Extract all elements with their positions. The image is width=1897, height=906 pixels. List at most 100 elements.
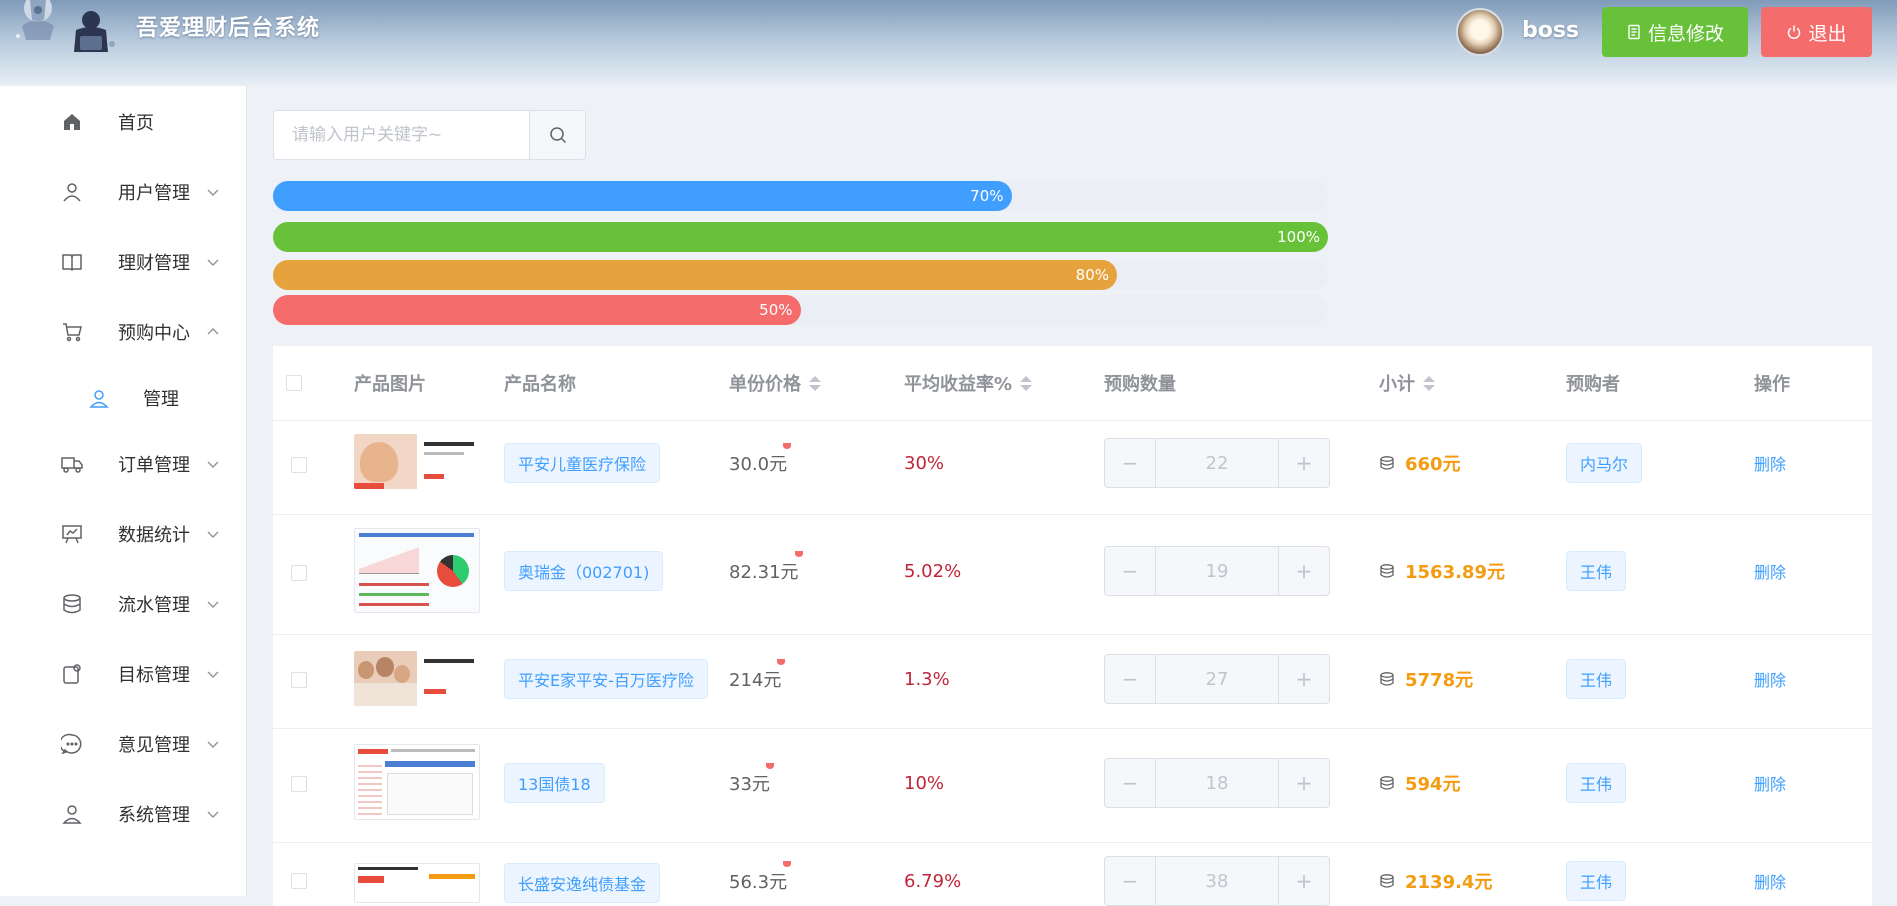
product-name-tag[interactable]: 平安E家平安-百万医疗险 bbox=[504, 659, 708, 699]
row-divider bbox=[273, 514, 1872, 515]
quantity-value[interactable]: 19 bbox=[1155, 547, 1279, 595]
cart-icon bbox=[63, 323, 82, 342]
astronaut-logo-icon bbox=[16, 0, 115, 52]
progress-bar: 80% bbox=[273, 260, 1328, 290]
delete-link[interactable]: 删除 bbox=[1754, 451, 1786, 475]
sidebar-item-home[interactable]: 首页 bbox=[0, 92, 246, 152]
product-name-tag[interactable]: 长盛安逸纯债基金 bbox=[504, 863, 661, 903]
product-thumbnail bbox=[354, 863, 480, 903]
sidebar-item-presale[interactable]: 预购中心 bbox=[0, 302, 246, 362]
increase-button[interactable]: + bbox=[1279, 547, 1329, 595]
avg-return-rate: 5.02% bbox=[904, 560, 962, 582]
search-icon bbox=[549, 127, 566, 144]
col-header-subtotal[interactable]: 小计 bbox=[1379, 346, 1435, 420]
progress-label: 80% bbox=[1075, 266, 1109, 284]
row-select[interactable] bbox=[291, 873, 307, 889]
sidebar-item-feedback[interactable]: 意见管理 bbox=[0, 714, 246, 774]
row-select[interactable] bbox=[291, 672, 307, 688]
sidebar-item-orders[interactable]: 订单管理 bbox=[0, 434, 246, 494]
product-name-cell: 平安E家平安-百万医疗险 bbox=[504, 659, 708, 699]
delete-link[interactable]: 删除 bbox=[1754, 559, 1786, 583]
user-icon bbox=[63, 183, 81, 202]
delete-link[interactable]: 删除 bbox=[1754, 869, 1786, 893]
delete-link[interactable]: 删除 bbox=[1754, 667, 1786, 691]
row-select[interactable] bbox=[291, 457, 307, 473]
sidebar-item-stats[interactable]: 数据统计 bbox=[0, 504, 246, 564]
col-header-label: 小计 bbox=[1379, 374, 1415, 395]
edit-info-button[interactable]: 信息修改 bbox=[1602, 7, 1748, 57]
sidebar-item-flow[interactable]: 流水管理 bbox=[0, 574, 246, 634]
sidebar-subitem-manage[interactable]: 管理 bbox=[0, 368, 246, 428]
unit-price-text: 56.3元 bbox=[729, 872, 788, 893]
quantity-stepper: − 27 + bbox=[1104, 654, 1330, 704]
quantity-value[interactable]: 38 bbox=[1155, 857, 1279, 905]
increase-button[interactable]: + bbox=[1279, 655, 1329, 703]
decrease-button[interactable]: − bbox=[1105, 439, 1155, 487]
sidebar-item-system[interactable]: 系统管理 bbox=[0, 784, 246, 844]
subtotal: 2139.4元 bbox=[1379, 868, 1492, 894]
product-name-tag[interactable]: 平安儿童医疗保险 bbox=[504, 443, 661, 483]
sidebar-item-label: 理财管理 bbox=[118, 253, 190, 274]
search-button[interactable] bbox=[529, 111, 585, 159]
col-header-price[interactable]: 单份价格 bbox=[729, 346, 821, 420]
increase-button[interactable]: + bbox=[1279, 439, 1329, 487]
col-header-rate[interactable]: 平均收益率% bbox=[904, 346, 1033, 420]
decrease-button[interactable]: − bbox=[1105, 547, 1155, 595]
checkbox[interactable] bbox=[291, 873, 307, 889]
product-thumbnail bbox=[354, 434, 480, 489]
unit-price-text: 214元 bbox=[729, 670, 782, 691]
checkbox[interactable] bbox=[291, 565, 307, 581]
product-name-tag[interactable]: 奥瑞金（002701) bbox=[504, 551, 664, 591]
quantity-value[interactable]: 18 bbox=[1155, 759, 1279, 807]
sidebar-item-targets[interactable]: 目标管理 bbox=[0, 644, 246, 704]
checkbox[interactable] bbox=[291, 776, 307, 792]
sidebar-item-users[interactable]: 用户管理 bbox=[0, 162, 246, 222]
col-header-action: 操作 bbox=[1754, 374, 1790, 395]
progress-bar: 50% bbox=[273, 295, 1328, 325]
row-select[interactable] bbox=[291, 776, 307, 792]
chevron-down-icon bbox=[207, 671, 219, 678]
decrease-button[interactable]: − bbox=[1105, 655, 1155, 703]
quantity-stepper: − 22 + bbox=[1104, 438, 1330, 488]
checkbox[interactable] bbox=[286, 375, 302, 391]
unit-price-text: 33元 bbox=[729, 774, 770, 795]
col-header-label: 单份价格 bbox=[729, 374, 801, 395]
progress-label: 70% bbox=[970, 187, 1004, 205]
stepper: − 19 + bbox=[1104, 546, 1330, 596]
sidebar-item-finance[interactable]: 理财管理 bbox=[0, 232, 246, 292]
sort-icon[interactable] bbox=[1020, 375, 1033, 391]
product-name-tag[interactable]: 13国债18 bbox=[504, 763, 605, 803]
stepper: − 22 + bbox=[1104, 438, 1330, 488]
quantity-value[interactable]: 22 bbox=[1155, 439, 1279, 487]
search-input[interactable] bbox=[274, 111, 529, 159]
chevron-down-icon bbox=[207, 811, 219, 818]
sidebar-item-label: 管理 bbox=[143, 389, 179, 410]
coins-icon bbox=[1380, 776, 1394, 790]
sort-icon[interactable] bbox=[809, 375, 821, 391]
settings-user-icon bbox=[62, 805, 82, 824]
col-header-image: 产品图片 bbox=[354, 374, 426, 395]
price-marker bbox=[765, 763, 774, 769]
delete-link[interactable]: 删除 bbox=[1754, 771, 1786, 795]
sidebar-item-label: 数据统计 bbox=[118, 525, 190, 546]
row-select[interactable] bbox=[291, 565, 307, 581]
quantity-value[interactable]: 27 bbox=[1155, 655, 1279, 703]
decrease-button[interactable]: − bbox=[1105, 759, 1155, 807]
subtotal-amount: 660元 bbox=[1405, 454, 1461, 475]
quantity-stepper: − 18 + bbox=[1104, 758, 1330, 808]
subtotal-cell: 660元 bbox=[1379, 448, 1461, 478]
unit-price: 214元 bbox=[729, 659, 786, 692]
increase-button[interactable]: + bbox=[1279, 857, 1329, 905]
action-cell: 删除 bbox=[1754, 558, 1786, 584]
logout-button[interactable]: 退出 bbox=[1761, 7, 1872, 57]
checkbox[interactable] bbox=[291, 457, 307, 473]
header-select-all[interactable] bbox=[286, 346, 302, 420]
decrease-button[interactable]: − bbox=[1105, 857, 1155, 905]
avatar[interactable] bbox=[1456, 8, 1504, 56]
sort-icon[interactable] bbox=[1423, 375, 1435, 391]
rate-cell: 5.02% bbox=[904, 556, 961, 586]
checkbox[interactable] bbox=[291, 672, 307, 688]
price-cell: 33元 bbox=[729, 763, 774, 798]
increase-button[interactable]: + bbox=[1279, 759, 1329, 807]
buyer-tag: 王伟 bbox=[1566, 551, 1627, 591]
